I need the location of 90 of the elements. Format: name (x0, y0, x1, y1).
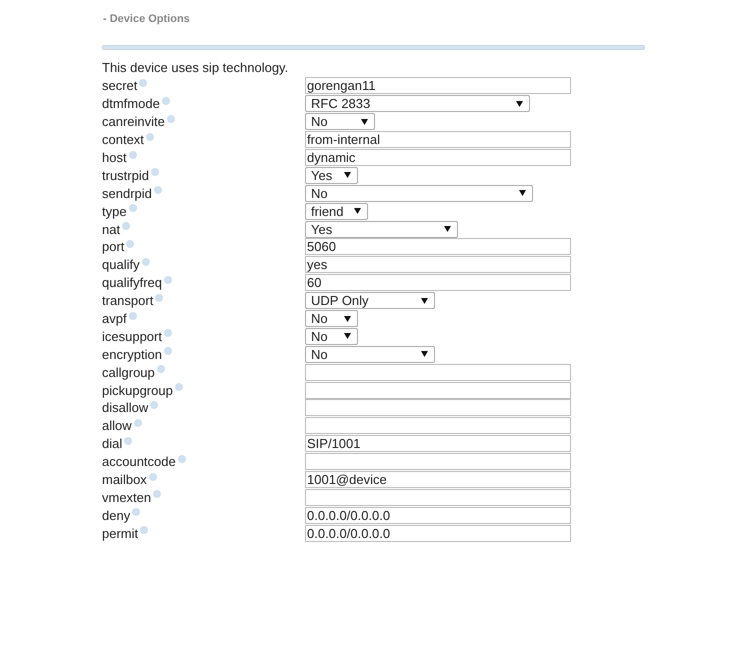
field-label: qualify (102, 257, 140, 272)
text-field[interactable]: SIP/1001 (305, 435, 571, 452)
field-label: nat (102, 222, 120, 237)
field-label: context (102, 132, 144, 148)
field-label: host (102, 150, 127, 165)
field-label: secret (102, 78, 138, 94)
field-label: qualifyfreq (102, 275, 162, 290)
text-field[interactable]: gorengan11 (305, 77, 571, 94)
field-label: dtmfmode (102, 96, 160, 112)
help-icon[interactable] (164, 276, 172, 284)
help-icon[interactable] (162, 96, 170, 105)
help-icon[interactable] (146, 132, 154, 141)
field-label: mailbox (102, 472, 147, 488)
field-label: trustrpid (102, 168, 149, 183)
field-label: sendrpid (102, 186, 152, 201)
help-icon[interactable] (122, 222, 130, 230)
dropdown[interactable]: No (305, 310, 358, 328)
help-icon[interactable] (153, 490, 162, 498)
help-icon[interactable] (132, 508, 140, 516)
help-icon[interactable] (148, 472, 157, 481)
caret-icon (344, 316, 351, 322)
text-field[interactable] (305, 417, 571, 434)
field-label: canreinvite (102, 114, 165, 130)
intro-text: This device uses sip technology. (102, 60, 290, 77)
help-icon[interactable] (139, 78, 148, 87)
text-field[interactable] (305, 382, 571, 399)
help-icon[interactable] (164, 347, 172, 356)
help-icon[interactable] (128, 312, 137, 320)
field-label: disallow (102, 400, 148, 416)
help-icon[interactable] (128, 150, 137, 158)
caret-icon (361, 118, 368, 125)
help-icon[interactable] (140, 526, 148, 534)
field-label: deny (102, 508, 130, 523)
help-icon[interactable] (124, 436, 132, 445)
text-field[interactable]: from-internal (305, 131, 571, 148)
help-icon[interactable] (164, 329, 172, 338)
text-field[interactable]: 1001@device (305, 471, 571, 488)
caret-icon (421, 298, 428, 304)
field-label: type (102, 204, 127, 219)
dropdown[interactable]: Yes (305, 166, 358, 184)
caret-icon (344, 172, 351, 178)
field-label: vmexten (102, 490, 152, 505)
caret-icon (344, 333, 351, 340)
text-field[interactable] (305, 364, 571, 381)
text-field[interactable]: 60 (305, 274, 571, 292)
field-label: permit (102, 526, 138, 541)
help-icon[interactable] (178, 454, 186, 463)
text-field[interactable] (305, 488, 571, 506)
help-icon[interactable] (166, 114, 175, 123)
caret-icon (519, 190, 526, 196)
help-icon[interactable] (174, 383, 183, 392)
help-icon[interactable] (154, 186, 162, 194)
dropdown[interactable]: No (305, 113, 375, 130)
field-label: pickupgroup (102, 382, 173, 398)
field-label: avpf (102, 311, 127, 326)
help-icon[interactable] (142, 258, 150, 266)
dropdown[interactable]: friend (305, 202, 368, 220)
text-field[interactable]: 5060 (305, 238, 571, 256)
dropdown[interactable]: No (305, 328, 358, 345)
text-field[interactable] (305, 399, 571, 416)
field-label: transport (102, 293, 154, 308)
field-label: icesupport (102, 328, 162, 344)
text-field[interactable]: 0.0.0.0/0.0.0.0 (305, 524, 571, 542)
caret-icon (516, 100, 523, 107)
dropdown[interactable]: UDP Only (305, 292, 435, 310)
text-field[interactable]: yes (305, 256, 571, 274)
dropdown[interactable]: No (305, 346, 435, 363)
field-label: accountcode (102, 454, 176, 470)
help-icon[interactable] (150, 168, 159, 176)
caret-icon (444, 226, 451, 232)
caret-icon (421, 351, 428, 358)
text-field[interactable]: 0.0.0.0/0.0.0.0 (305, 506, 571, 524)
field-label: encryption (102, 346, 162, 362)
dropdown[interactable]: Yes (305, 220, 458, 238)
field-label: callgroup (102, 364, 155, 380)
field-label: dial (102, 436, 122, 452)
help-icon[interactable] (155, 294, 164, 302)
help-icon[interactable] (126, 240, 134, 248)
field-label: port (102, 239, 124, 254)
help-icon[interactable] (128, 204, 137, 212)
help-icon[interactable] (134, 418, 142, 427)
help-icon[interactable] (150, 400, 158, 409)
help-icon[interactable] (156, 365, 165, 374)
caret-icon (354, 208, 361, 214)
dropdown[interactable]: RFC 2833 (305, 95, 530, 112)
dropdown[interactable]: No (305, 184, 533, 202)
field-label: allow (102, 418, 132, 434)
text-field[interactable]: dynamic (305, 149, 571, 166)
text-field[interactable] (305, 453, 571, 470)
section-title[interactable]: - Device Options (103, 13, 748, 25)
